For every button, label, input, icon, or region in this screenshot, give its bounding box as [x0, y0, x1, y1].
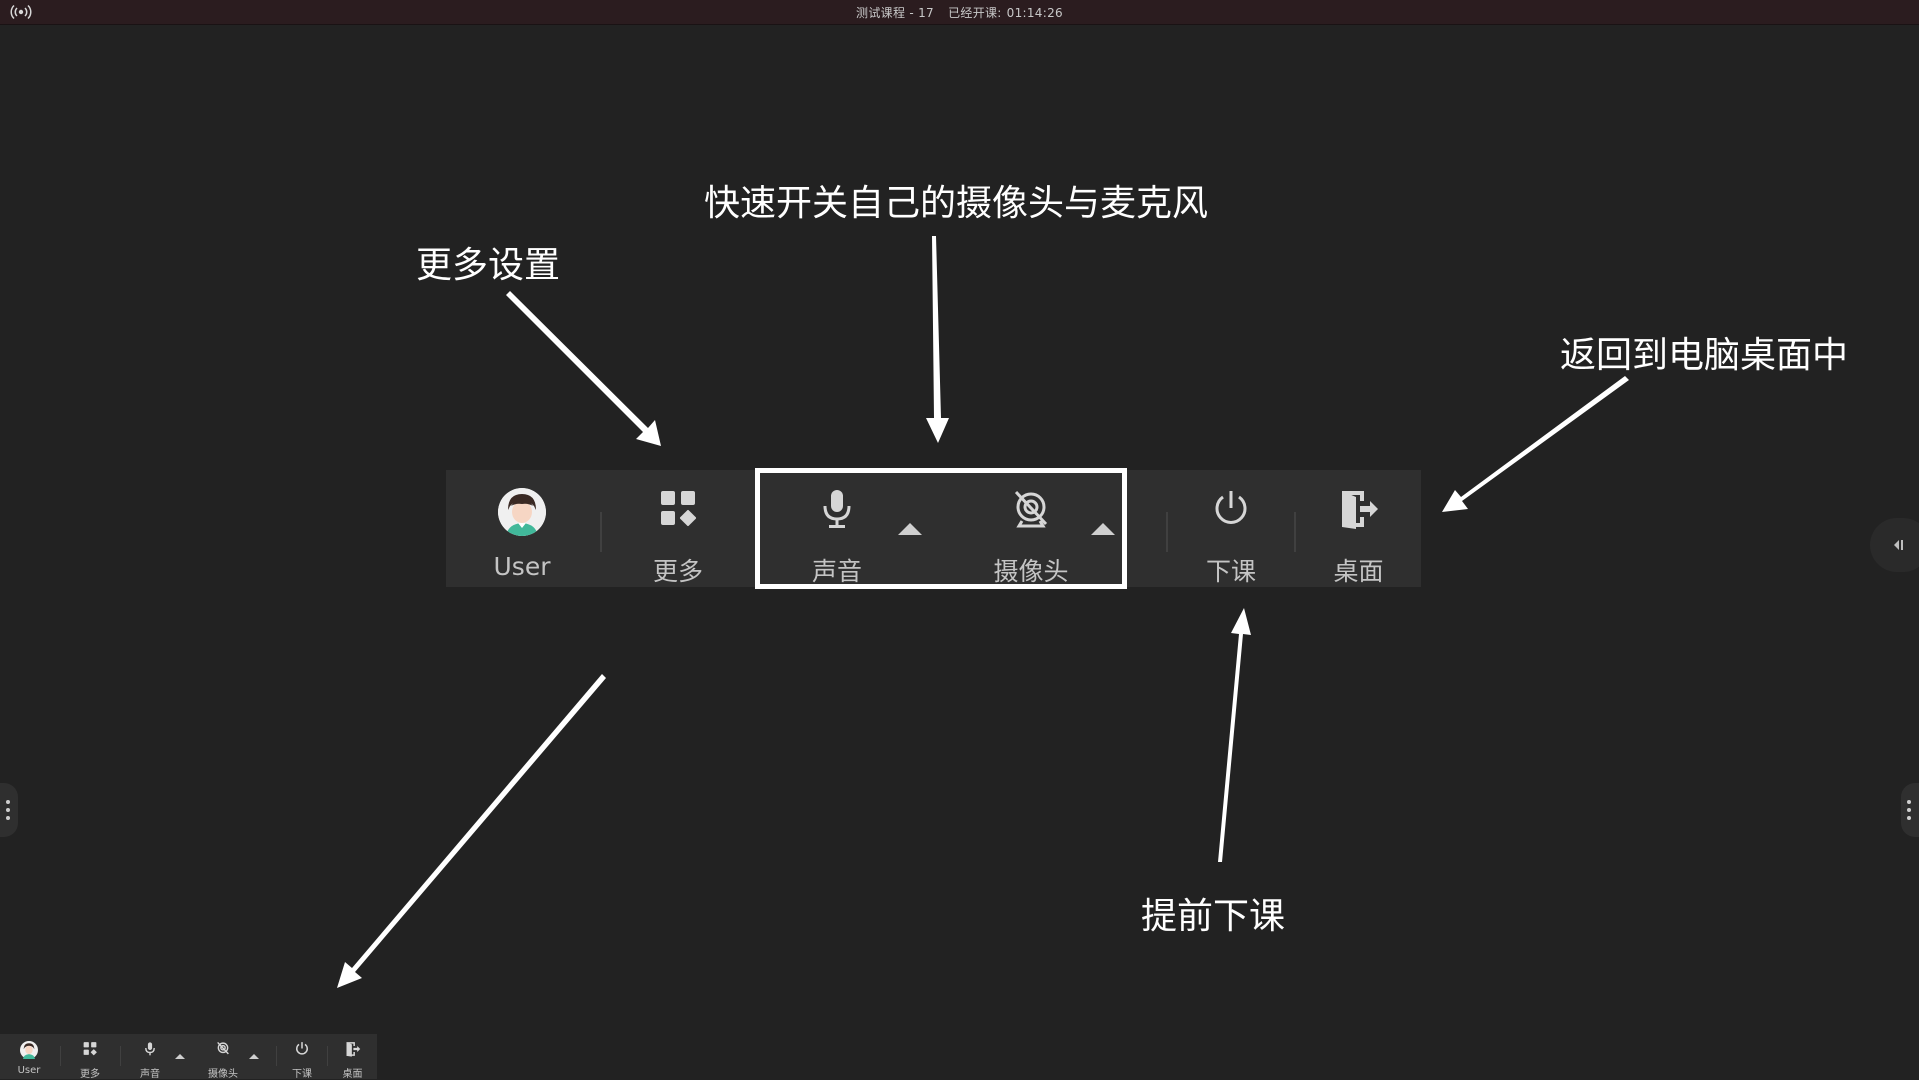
mini-user-label: User — [17, 1065, 41, 1076]
annotation-toggle-av: 快速开关自己的摄像头与麦克风 — [704, 183, 1209, 224]
mini-more-button[interactable]: 更多 — [61, 1034, 119, 1080]
toolbar-desktop-button[interactable]: 桌面 — [1296, 470, 1421, 587]
mini-class-toolbar: User 更多 声音 摄像头 下课 桌面 — [0, 1034, 377, 1080]
mini-desktop-label: 桌面 — [342, 1069, 363, 1080]
mini-camera-button[interactable]: 摄像头 — [190, 1034, 256, 1080]
exit-door-icon — [1341, 491, 1378, 529]
mini-end-class-label: 下课 — [292, 1069, 312, 1080]
exit-door-icon — [346, 1042, 360, 1057]
toolbar-more-label: 更多 — [652, 557, 703, 586]
toolbar-user[interactable]: User — [446, 470, 598, 587]
power-icon — [1215, 491, 1247, 524]
sound-options-caret-icon[interactable] — [175, 1054, 185, 1059]
elapsed-time: 01:14:26 — [1006, 6, 1063, 20]
toolbar-more-button[interactable]: 更多 — [602, 470, 754, 587]
avatar — [20, 1041, 38, 1059]
course-name: 测试课程 - 17 — [856, 6, 934, 20]
more-vertical-icon — [1907, 800, 1911, 824]
microphone-icon — [145, 1042, 155, 1056]
toolbar-end-class-label: 下课 — [1205, 557, 1256, 586]
mini-user[interactable]: User — [0, 1034, 58, 1079]
mini-camera-label: 摄像头 — [208, 1069, 238, 1080]
mini-end-class-button[interactable]: 下课 — [277, 1034, 327, 1080]
elapsed-label: 已经开课: — [948, 6, 1002, 20]
arrow-more-settings — [506, 291, 661, 446]
camera-off-icon — [217, 1041, 229, 1055]
camera-options-caret-icon[interactable] — [249, 1054, 259, 1059]
right-drawer-handle[interactable] — [1901, 783, 1919, 837]
annotation-more-settings: 更多设置 — [416, 245, 561, 286]
title-bar: 测试课程 - 17 已经开课: 01:14:26 — [0, 0, 1919, 25]
collapse-panel-button[interactable] — [1870, 518, 1919, 572]
grid-icon — [661, 491, 697, 527]
mini-sound-button[interactable]: 声音 — [121, 1034, 179, 1080]
highlight-box — [755, 468, 1127, 589]
mini-sound-label: 声音 — [140, 1069, 160, 1080]
annotation-back-desktop: 返回到电脑桌面中 — [1560, 335, 1849, 376]
window-title: 测试课程 - 17 已经开课: 01:14:26 — [0, 4, 1919, 21]
toolbar-user-label: User — [493, 552, 551, 581]
chevron-left-icon — [1894, 540, 1903, 550]
arrow-toggle-av — [926, 236, 949, 443]
arrow-back-desktop — [1442, 376, 1629, 512]
more-vertical-icon — [6, 800, 10, 824]
annotation-end-early: 提前下课 — [1141, 896, 1286, 937]
arrow-end-early — [1218, 608, 1251, 862]
arrow-mini-toolbar — [337, 674, 606, 988]
mini-desktop-button[interactable]: 桌面 — [328, 1034, 377, 1080]
power-icon — [296, 1042, 308, 1055]
left-drawer-handle[interactable] — [0, 783, 18, 837]
toolbar-end-class-button[interactable]: 下课 — [1168, 470, 1294, 587]
avatar — [498, 488, 546, 536]
mini-more-label: 更多 — [80, 1069, 100, 1080]
toolbar-desktop-label: 桌面 — [1333, 557, 1384, 586]
grid-icon — [83, 1042, 97, 1056]
